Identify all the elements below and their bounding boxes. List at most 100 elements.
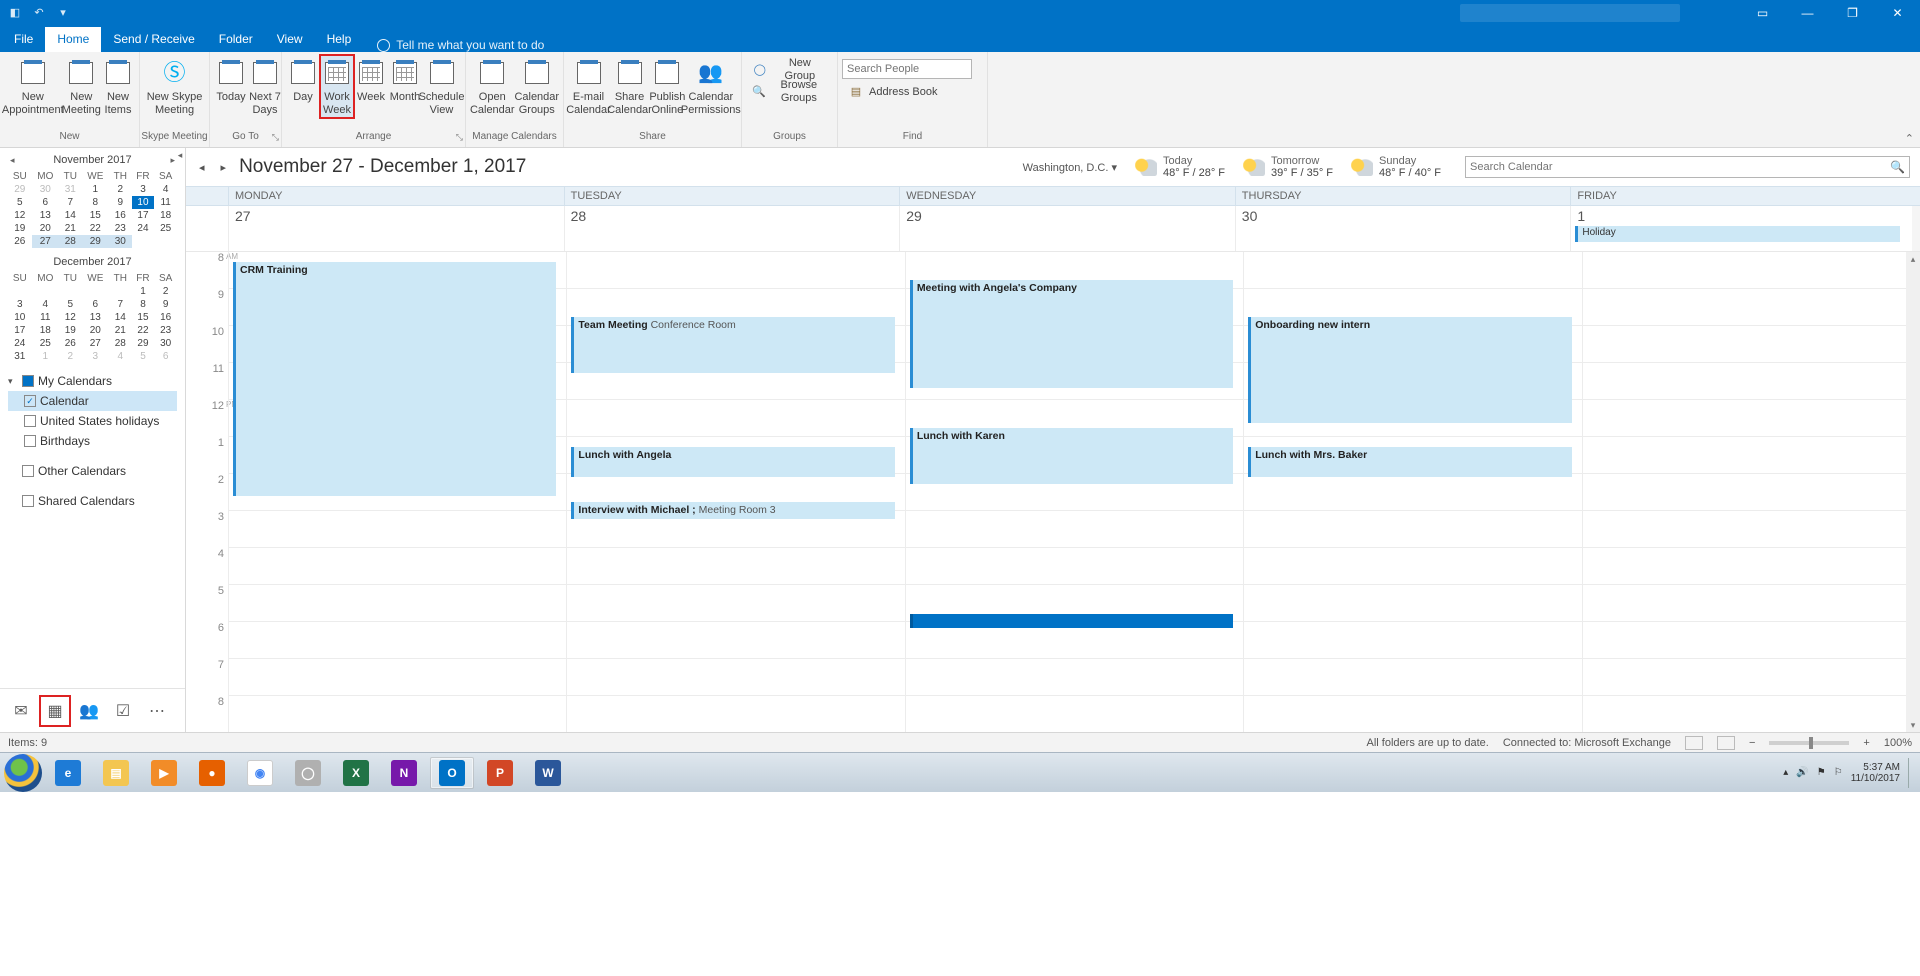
- people-nav-button[interactable]: 👥: [74, 696, 104, 726]
- mini-cal-day[interactable]: 29: [82, 235, 109, 248]
- tab-help[interactable]: Help: [315, 27, 364, 52]
- mini-cal-day[interactable]: 19: [8, 222, 32, 235]
- mini-cal-day[interactable]: 1: [82, 183, 109, 196]
- mini-cal-day[interactable]: 29: [132, 337, 155, 350]
- normal-view-button[interactable]: [1685, 736, 1703, 750]
- calendar-event[interactable]: Onboarding new intern: [1248, 317, 1571, 423]
- date-cell-thu[interactable]: 30: [1235, 206, 1571, 251]
- mini-cal-day[interactable]: [8, 285, 32, 298]
- mini-cal-day[interactable]: 3: [8, 298, 32, 311]
- mini-cal-day[interactable]: 13: [82, 311, 109, 324]
- mini-cal-day[interactable]: 8: [82, 196, 109, 209]
- mini-cal-day[interactable]: 20: [82, 324, 109, 337]
- mini-cal-day[interactable]: 17: [8, 324, 32, 337]
- day-column-tue[interactable]: Team Meeting Conference RoomLunch with A…: [566, 252, 904, 732]
- mini-cal-day[interactable]: 2: [154, 285, 177, 298]
- zoom-in-button[interactable]: +: [1863, 737, 1869, 749]
- month-button[interactable]: Month: [388, 55, 422, 106]
- mini-cal-day[interactable]: 18: [32, 324, 59, 337]
- mini-cal-day[interactable]: 11: [154, 196, 177, 209]
- mini-cal-day[interactable]: 15: [132, 311, 155, 324]
- mini-cal-day[interactable]: 27: [82, 337, 109, 350]
- new-appointment-button[interactable]: New Appointment: [4, 55, 62, 118]
- mini-cal-day[interactable]: 1: [32, 350, 59, 363]
- us-holidays-item[interactable]: United States holidays: [8, 411, 177, 431]
- tasks-nav-button[interactable]: ☑: [108, 696, 138, 726]
- mini-cal-day[interactable]: 31: [59, 183, 82, 196]
- mini-cal-day[interactable]: 6: [82, 298, 109, 311]
- mini-cal-day[interactable]: [82, 285, 109, 298]
- mini-cal-day[interactable]: 16: [109, 209, 132, 222]
- new-meeting-button[interactable]: New Meeting: [62, 55, 101, 118]
- allday-event[interactable]: Holiday: [1575, 226, 1900, 242]
- mini-cal-day[interactable]: 3: [82, 350, 109, 363]
- scroll-down-button[interactable]: ▾: [1906, 718, 1920, 732]
- date-cell-mon[interactable]: 27: [228, 206, 564, 251]
- date-cell-wed[interactable]: 29: [899, 206, 1235, 251]
- mini-cal-day[interactable]: 24: [132, 222, 155, 235]
- mini-cal-day[interactable]: 25: [154, 222, 177, 235]
- mini-cal-day[interactable]: 15: [82, 209, 109, 222]
- tab-view[interactable]: View: [265, 27, 315, 52]
- mini-cal-day[interactable]: 30: [109, 235, 132, 248]
- next-week-button[interactable]: ▸: [218, 161, 230, 174]
- mini-cal-day[interactable]: 30: [154, 337, 177, 350]
- address-book-button[interactable]: ▤Address Book: [842, 81, 972, 103]
- taskbar-onenote[interactable]: N: [382, 757, 426, 789]
- mini-cal-day[interactable]: 26: [59, 337, 82, 350]
- taskbar-word[interactable]: W: [526, 757, 570, 789]
- mini-cal-day[interactable]: 27: [32, 235, 59, 248]
- mini-cal-day[interactable]: 12: [59, 311, 82, 324]
- taskbar-powerpoint[interactable]: P: [478, 757, 522, 789]
- tab-file[interactable]: File: [2, 27, 45, 52]
- today-button[interactable]: Today: [214, 55, 248, 106]
- calendar-nav-button[interactable]: ▦: [40, 696, 70, 726]
- tray-chevron[interactable]: ▴: [1783, 767, 1788, 778]
- mini-cal-day[interactable]: 8: [132, 298, 155, 311]
- mini-cal-day[interactable]: 4: [154, 183, 177, 196]
- mini-cal-day[interactable]: 22: [82, 222, 109, 235]
- mini-cal-day[interactable]: 29: [8, 183, 32, 196]
- undo-button[interactable]: ↶: [30, 4, 48, 22]
- day-column-mon[interactable]: CRM Training: [228, 252, 566, 732]
- mini-cal-day[interactable]: 23: [109, 222, 132, 235]
- taskbar-explorer[interactable]: ▤: [94, 757, 138, 789]
- mini-cal-day[interactable]: [32, 285, 59, 298]
- mini-cal-day[interactable]: 28: [109, 337, 132, 350]
- calendar-event[interactable]: Lunch with Angela: [571, 447, 894, 477]
- calendar-event[interactable]: CRM Training: [233, 262, 556, 496]
- taskbar-misc[interactable]: ◯: [286, 757, 330, 789]
- mini-cal-day[interactable]: 5: [8, 196, 32, 209]
- mini-cal-day[interactable]: 5: [59, 298, 82, 311]
- prev-week-button[interactable]: ◂: [196, 161, 208, 174]
- day-column-thu[interactable]: Onboarding new internLunch with Mrs. Bak…: [1243, 252, 1581, 732]
- open-calendar-button[interactable]: Open Calendar: [470, 55, 515, 118]
- day-column-fri[interactable]: [1582, 252, 1920, 732]
- prev-month-button[interactable]: ◂: [10, 155, 15, 166]
- date-cell-tue[interactable]: 28: [564, 206, 900, 251]
- other-calendars-node[interactable]: Other Calendars: [8, 461, 177, 481]
- taskbar-outlook[interactable]: O: [430, 757, 474, 789]
- tab-send-receive[interactable]: Send / Receive: [101, 27, 206, 52]
- collapse-ribbon-button[interactable]: ⌃: [1905, 132, 1914, 145]
- share-calendar-button[interactable]: Share Calendar: [609, 55, 650, 118]
- qat-customize[interactable]: ▾: [54, 4, 72, 22]
- mini-cal-day[interactable]: 9: [109, 196, 132, 209]
- taskbar-excel[interactable]: X: [334, 757, 378, 789]
- mini-cal-day[interactable]: 17: [132, 209, 155, 222]
- email-calendar-button[interactable]: E-mail Calendar: [568, 55, 609, 118]
- mini-cal-day[interactable]: 4: [109, 350, 132, 363]
- mini-cal-day[interactable]: 3: [132, 183, 155, 196]
- scroll-up-button[interactable]: ▴: [1906, 252, 1920, 266]
- mini-cal-day[interactable]: 30: [32, 183, 59, 196]
- day-button[interactable]: Day: [286, 55, 320, 106]
- arrange-launcher[interactable]: ⤡: [456, 132, 463, 143]
- show-desktop-button[interactable]: [1908, 758, 1916, 788]
- tab-home[interactable]: Home: [45, 27, 101, 52]
- weather-city[interactable]: Washington, D.C. ▾: [1023, 161, 1117, 174]
- mini-cal-day[interactable]: 21: [109, 324, 132, 337]
- mini-cal-day[interactable]: 31: [8, 350, 32, 363]
- tray-action-icon[interactable]: ⚐: [1834, 767, 1843, 778]
- mini-cal-day[interactable]: [59, 285, 82, 298]
- mini-cal-day[interactable]: 12: [8, 209, 32, 222]
